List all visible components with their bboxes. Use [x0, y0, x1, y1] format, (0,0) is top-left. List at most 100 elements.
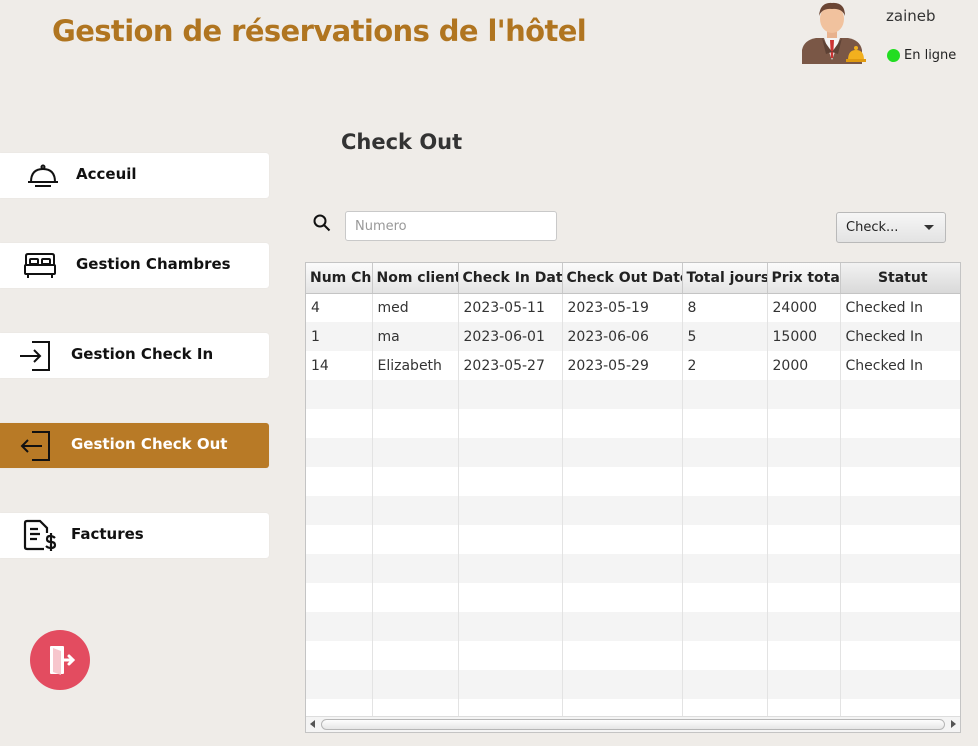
table-cell	[372, 438, 459, 467]
column-header[interactable]: Prix total	[767, 263, 841, 294]
sidebar-item-label: Gestion Chambres	[76, 255, 231, 273]
table-cell: Checked In	[840, 351, 960, 380]
empty-table-row	[306, 641, 960, 670]
table-cell	[682, 612, 768, 641]
table-cell	[306, 583, 373, 612]
table-cell	[840, 525, 960, 554]
table-cell	[372, 525, 459, 554]
online-status: En ligne	[887, 48, 956, 63]
scrollbar-thumb[interactable]	[321, 719, 945, 730]
table-cell	[840, 554, 960, 583]
empty-table-row	[306, 438, 960, 467]
sidebar-item-gestion-check-out[interactable]: Gestion Check Out	[0, 423, 269, 468]
logout-button[interactable]	[30, 630, 90, 690]
empty-table-row	[306, 409, 960, 438]
table-cell	[372, 641, 459, 670]
scroll-right-icon[interactable]	[951, 720, 956, 728]
scroll-left-icon[interactable]	[310, 720, 315, 728]
table-cell	[682, 641, 768, 670]
table-cell	[372, 409, 459, 438]
table-cell	[767, 583, 841, 612]
empty-table-row	[306, 670, 960, 699]
table-cell	[840, 409, 960, 438]
table-cell: 14	[306, 351, 373, 380]
table-cell	[306, 554, 373, 583]
empty-table-row	[306, 583, 960, 612]
table-cell	[306, 409, 373, 438]
sidebar-item-label: Gestion Check In	[71, 345, 214, 363]
hotel-receptionist-icon	[798, 2, 866, 64]
table-cell	[840, 380, 960, 409]
sidebar-item-label: Gestion Check Out	[71, 435, 228, 453]
table-cell	[682, 467, 768, 496]
table-cell	[682, 670, 768, 699]
table-cell	[767, 409, 841, 438]
empty-table-row	[306, 380, 960, 409]
horizontal-scrollbar[interactable]	[306, 716, 960, 732]
table-cell: 2023-05-11	[458, 293, 563, 322]
table-cell	[458, 641, 563, 670]
table-cell	[840, 612, 960, 641]
table-cell: 2023-05-29	[562, 351, 683, 380]
table-cell	[306, 438, 373, 467]
exit-door-icon	[50, 646, 76, 675]
column-header[interactable]: Check Out Date	[562, 263, 683, 294]
sidebar-item-gestion-chambres[interactable]: Gestion Chambres	[0, 243, 269, 288]
table-cell	[562, 525, 683, 554]
table-cell	[372, 467, 459, 496]
table-cell: Elizabeth	[372, 351, 459, 380]
table-cell: 5	[682, 322, 768, 351]
status-filter-select[interactable]: Check...	[836, 212, 946, 243]
table-row[interactable]: 4 med 2023-05-11 2023-05-19 8 24000 Chec…	[306, 293, 960, 322]
table-cell	[306, 525, 373, 554]
table-cell	[682, 409, 768, 438]
empty-table-row	[306, 554, 960, 583]
column-header[interactable]: Nom client	[372, 263, 459, 294]
table-cell	[458, 612, 563, 641]
table-row[interactable]: 14 Elizabeth 2023-05-27 2023-05-29 2 200…	[306, 351, 960, 380]
table-cell	[562, 612, 683, 641]
table-cell: 24000	[767, 293, 841, 322]
login-icon	[18, 339, 54, 373]
table-cell	[840, 496, 960, 525]
sidebar-item-factures[interactable]: Factures	[0, 513, 269, 558]
table-cell: 2023-06-06	[562, 322, 683, 351]
column-header[interactable]: Num Ch	[306, 263, 373, 294]
table-cell	[372, 612, 459, 641]
empty-table-row	[306, 525, 960, 554]
table-cell	[682, 496, 768, 525]
sidebar-item-acceuil[interactable]: Acceuil	[0, 153, 269, 198]
table-cell: Checked In	[840, 322, 960, 351]
table-cell: 2	[682, 351, 768, 380]
table-cell	[767, 612, 841, 641]
checkout-table[interactable]: Num Ch Nom client Check In Date Check Ou…	[305, 262, 961, 733]
column-header[interactable]: Total jours	[682, 263, 768, 294]
table-cell	[372, 583, 459, 612]
table-cell	[767, 525, 841, 554]
table-cell	[562, 496, 683, 525]
table-cell: 4	[306, 293, 373, 322]
table-cell	[562, 554, 683, 583]
user-name: zaineb	[886, 7, 936, 25]
table-row[interactable]: 1 ma 2023-06-01 2023-06-06 5 15000 Check…	[306, 322, 960, 351]
table-cell	[767, 496, 841, 525]
table-cell	[840, 438, 960, 467]
table-cell	[306, 670, 373, 699]
table-cell	[840, 467, 960, 496]
table-cell	[458, 554, 563, 583]
table-cell: 2023-05-27	[458, 351, 563, 380]
column-header[interactable]: Statut	[840, 263, 960, 294]
table-cell: 15000	[767, 322, 841, 351]
search-input[interactable]	[345, 211, 557, 241]
sidebar-item-gestion-check-in[interactable]: Gestion Check In	[0, 333, 269, 378]
table-cell	[458, 525, 563, 554]
column-header[interactable]: Check In Date	[458, 263, 563, 294]
table-cell	[458, 670, 563, 699]
table-cell	[562, 438, 683, 467]
table-cell	[682, 380, 768, 409]
table-cell	[562, 583, 683, 612]
empty-table-row	[306, 467, 960, 496]
search-icon[interactable]	[313, 214, 331, 232]
app-title: Gestion de réservations de l'hôtel	[52, 14, 587, 48]
table-cell	[840, 670, 960, 699]
